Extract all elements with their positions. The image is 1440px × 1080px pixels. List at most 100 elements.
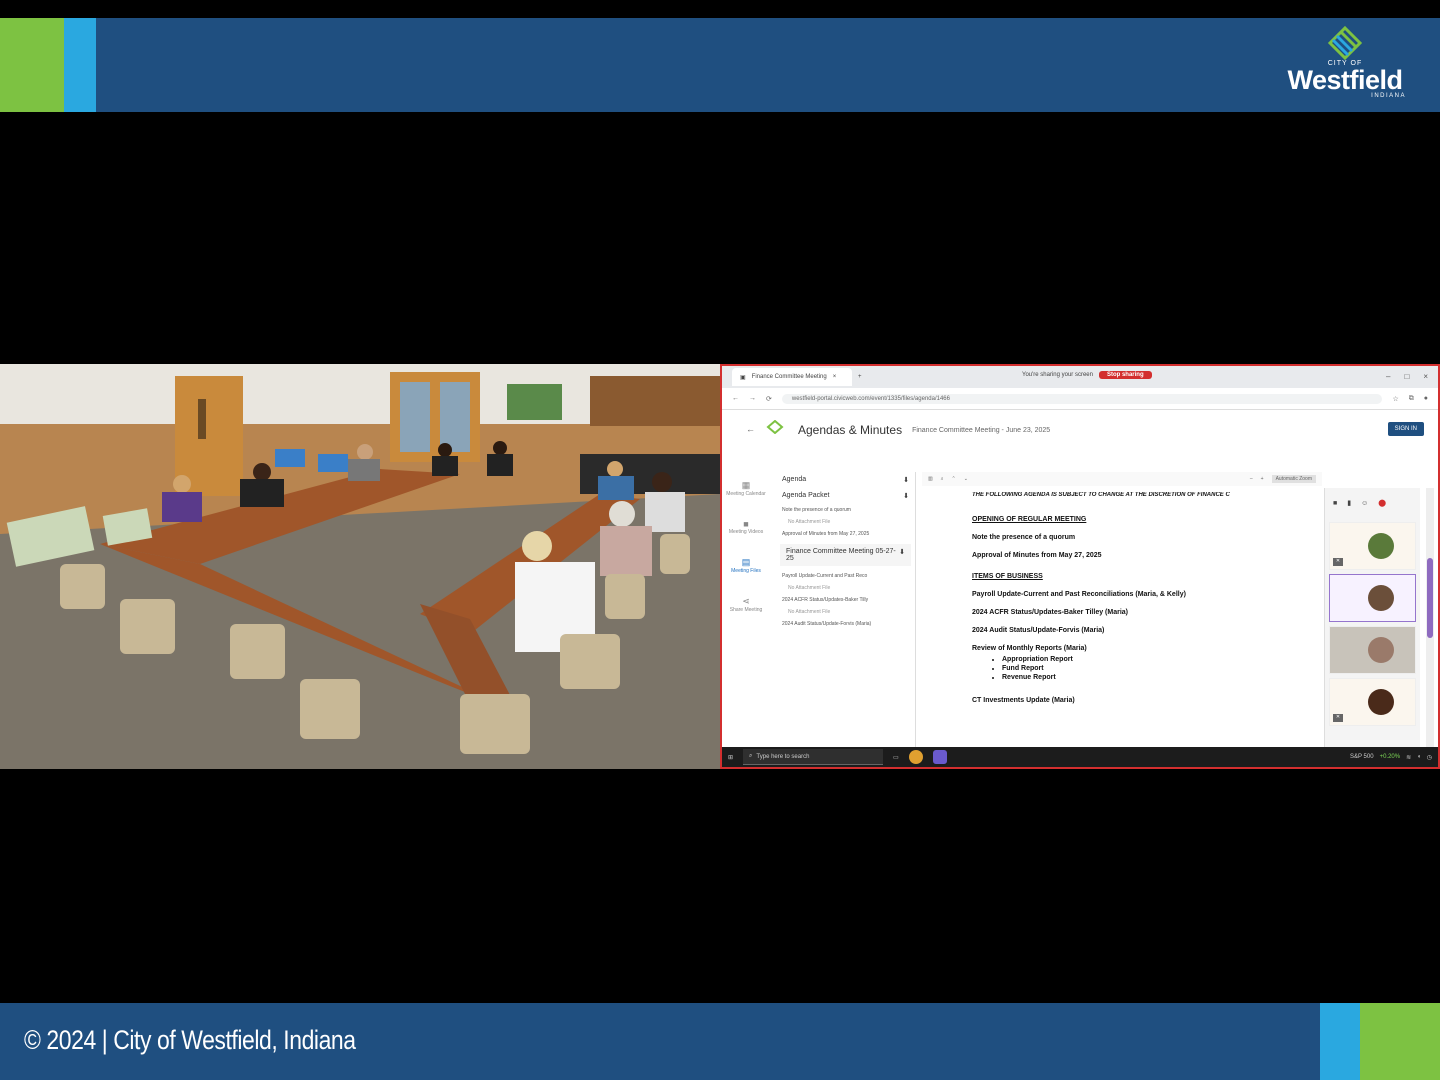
address-bar: ← → ⟳ westfield-portal.civicweb.com/even…	[722, 388, 1438, 410]
taskbar-search[interactable]: ⌕ Type here to search	[743, 749, 884, 765]
files-icon: ▤	[741, 557, 751, 567]
zoom-select[interactable]: Automatic Zoom	[1271, 475, 1316, 483]
back-nav-icon[interactable]: ←	[732, 395, 739, 402]
payroll-line: Payroll Update-Current and Past Reconcil…	[972, 591, 1186, 598]
rail-meeting-files[interactable]: ▤ Meeting Files	[731, 557, 761, 574]
profile-icon[interactable]: ●	[1424, 395, 1428, 402]
camera-icon[interactable]: ■	[1333, 500, 1337, 507]
pdf-search-icon[interactable]: ⌕	[941, 476, 944, 482]
page-up-icon[interactable]: ⌃	[952, 476, 956, 482]
calendar-icon: ▦	[741, 480, 751, 490]
rail-label: Share Meeting	[729, 607, 763, 613]
rail-label: Meeting Calendar	[726, 491, 766, 497]
opening-heading: OPENING OF REGULAR MEETING	[972, 516, 1087, 523]
browser-tab[interactable]: ▣ Finance Committee Meeting ×	[732, 368, 852, 386]
scrollbar-thumb[interactable]	[1427, 558, 1433, 638]
search-icon: ⌕	[749, 753, 753, 759]
page-down-icon[interactable]: ⌄	[964, 476, 968, 482]
participant-tile[interactable]: ✕	[1329, 522, 1416, 570]
rail-meeting-calendar[interactable]: ▦ Meeting Calendar	[726, 480, 765, 497]
quorum-line: Note the presence of a quorum	[972, 534, 1076, 541]
tab-close-icon[interactable]: ×	[833, 374, 837, 380]
minimize-icon[interactable]: –	[1386, 372, 1390, 381]
forward-nav-icon[interactable]: →	[749, 395, 756, 402]
monthly-line: Review of Monthly Reports (Maria)	[972, 645, 1087, 652]
stop-sharing-button[interactable]: Stop sharing	[1098, 371, 1152, 379]
screen-share-window: ▣ Finance Committee Meeting × + You're s…	[720, 364, 1440, 769]
volume-icon[interactable]: ◖	[1417, 754, 1421, 760]
file-list: Agenda ⬇ Agenda Packet ⬇ Note the presen…	[776, 472, 916, 747]
conference-room-video	[0, 364, 720, 769]
share-notice-text: You're sharing your screen	[1022, 372, 1093, 378]
window-controls: – □ ×	[1386, 372, 1428, 381]
minutes-line: Approval of Minutes from May 27, 2025	[972, 552, 1102, 559]
app-westfield-logo-icon	[758, 419, 792, 440]
rail-share-meeting[interactable]: ⋖ Share Meeting	[730, 596, 763, 613]
westfield-diamond-icon	[1327, 26, 1363, 61]
chrome-icon[interactable]	[908, 750, 923, 764]
agenda-item[interactable]: Approval of Minutes from May 27, 2025	[776, 528, 915, 540]
clock-icon[interactable]: ◷	[1427, 754, 1432, 761]
file-item-minutes[interactable]: Finance Committee Meeting 05-27-25 ⬇	[780, 544, 911, 566]
participant-tile[interactable]: ✕	[1329, 678, 1416, 726]
file-label: Agenda Packet	[782, 492, 830, 499]
conference-room-scene	[0, 364, 720, 769]
meeting-title: Finance Committee Meeting - June 23, 202…	[912, 426, 1051, 434]
pdf-toolbar: ▥ ⌕ ⌃ ⌄ – + Automatic Zoom	[922, 472, 1322, 486]
banner-cyan-stripe	[1320, 1003, 1360, 1080]
banner-green-stripe	[1360, 1003, 1440, 1080]
browser-tab-strip: ▣ Finance Committee Meeting × + You're s…	[722, 366, 1438, 388]
app-back-icon[interactable]: ←	[746, 424, 755, 434]
bookmark-star-icon[interactable]: ☆	[1392, 395, 1398, 403]
rail-meeting-videos[interactable]: ■ Meeting Videos	[729, 519, 763, 535]
download-icon[interactable]: ⬇	[903, 476, 909, 484]
meeting-app-icon[interactable]	[932, 750, 947, 764]
agenda-item[interactable]: 2024 ACFR Status/Updates-Baker Tilly	[776, 594, 915, 606]
agenda-item[interactable]: Note the presence of a quorum	[776, 504, 915, 516]
top-banner: CITY OF Westfield INDIANA	[0, 18, 1440, 112]
ct-line: CT Investments Update (Maria)	[972, 697, 1075, 704]
url-field[interactable]: westfield-portal.civicweb.com/event/1335…	[781, 393, 1383, 404]
download-icon[interactable]: ⬇	[903, 492, 909, 500]
acfr-line: 2024 ACFR Status/Updates-Baker Tilley (M…	[972, 609, 1128, 616]
no-attachment-note: No Attachment File	[788, 519, 831, 525]
reload-icon[interactable]: ⟳	[766, 395, 772, 403]
file-label: Agenda	[782, 476, 807, 483]
download-icon[interactable]: ⬇	[899, 548, 905, 562]
audit-line: 2024 Audit Status/Update-Forvis (Maria)	[972, 627, 1105, 634]
no-attachment-note: No Attachment File	[788, 585, 831, 591]
file-item-agenda[interactable]: Agenda ⬇	[776, 472, 915, 488]
scrollbar[interactable]	[1426, 488, 1434, 747]
westfield-logo: CITY OF Westfield INDIANA	[1280, 26, 1410, 106]
file-item-agenda-packet[interactable]: Agenda Packet ⬇	[776, 488, 915, 504]
zoom-in-icon[interactable]: +	[1261, 476, 1264, 482]
participant-tile[interactable]	[1329, 574, 1416, 622]
close-window-icon[interactable]: ×	[1423, 372, 1428, 381]
mic-icon[interactable]: ▮	[1347, 499, 1351, 507]
maximize-icon[interactable]: □	[1404, 372, 1409, 381]
meeting-controls: ■ ▮ ☺ ⬤	[1325, 488, 1420, 518]
task-view-icon[interactable]: ▭	[893, 754, 899, 761]
new-tab-icon[interactable]: +	[858, 374, 862, 380]
sign-in-button[interactable]: SIGN IN	[1387, 422, 1424, 436]
meeting-participants-panel: ■ ▮ ☺ ⬤ ✕ ✕	[1324, 488, 1420, 747]
rail-label: Meeting Videos	[728, 529, 764, 535]
stock-change: +0.20%	[1379, 754, 1401, 760]
people-icon[interactable]: ☺	[1361, 500, 1368, 507]
extensions-icon[interactable]: ⧉	[1409, 395, 1414, 403]
reports-list: Appropriation Report Fund Report Revenue…	[1002, 656, 1322, 681]
video-icon: ■	[743, 519, 749, 529]
wifi-icon[interactable]: ≋	[1406, 754, 1411, 761]
left-nav-rail: ▦ Meeting Calendar ■ Meeting Videos ▤ Me…	[722, 472, 770, 747]
participant-tile[interactable]	[1329, 626, 1416, 674]
zoom-out-icon[interactable]: –	[1250, 476, 1253, 482]
rail-label: Meeting Files	[731, 568, 761, 574]
sidebar-toggle-icon[interactable]: ▥	[928, 476, 933, 482]
agenda-item[interactable]: 2024 Audit Status/Update-Forvis (Maria)	[776, 618, 915, 630]
windows-start-icon[interactable]: ⊞	[728, 754, 733, 761]
items-heading: ITEMS OF BUSINESS	[972, 573, 1043, 580]
agenda-item[interactable]: Payroll Update-Current and Past Reco	[776, 570, 915, 582]
windows-taskbar: ⊞ ⌕ Type here to search ▭ S&P 500 +0.20%…	[722, 747, 1438, 767]
mic-off-icon: ✕	[1333, 558, 1343, 566]
end-call-icon[interactable]: ⬤	[1378, 499, 1386, 507]
